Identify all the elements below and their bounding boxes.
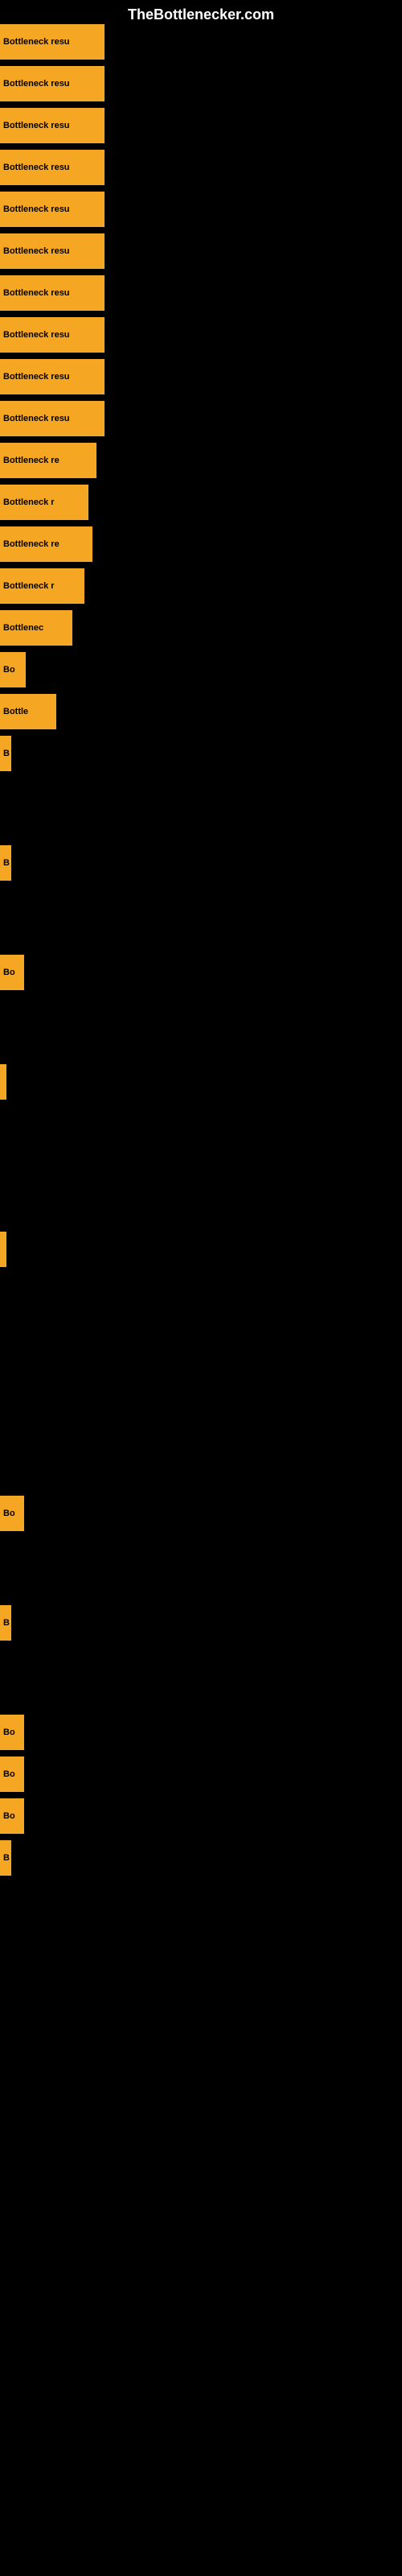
bottleneck-bar-label: Bottleneck resu <box>3 79 70 89</box>
bottleneck-bar: B <box>0 1605 11 1641</box>
bottleneck-bar-label: Bottleneck resu <box>3 204 70 214</box>
bottleneck-bar: Bottleneck resu <box>0 192 105 227</box>
bottleneck-bar: Bottleneck resu <box>0 359 105 394</box>
bottleneck-bar-label: Bottleneck r <box>3 497 55 507</box>
bottleneck-bar-label: Bottleneck resu <box>3 288 70 298</box>
bottleneck-bar-label: Bottleneck resu <box>3 163 70 172</box>
bottleneck-bar: Bo <box>0 1496 24 1531</box>
bottleneck-bar-label: Bo <box>3 968 15 977</box>
bottleneck-bar-label: Bottle <box>3 707 28 716</box>
bottleneck-bar-label: B <box>3 1618 10 1628</box>
bottleneck-bar-label: B <box>3 749 10 758</box>
bottleneck-bar <box>0 1064 6 1100</box>
bottleneck-bar: Bottleneck resu <box>0 401 105 436</box>
bottleneck-bar: Bottle <box>0 694 56 729</box>
bottleneck-bar: Bottleneck resu <box>0 150 105 185</box>
bottleneck-bar-label: Bottleneck re <box>3 456 59 465</box>
bottleneck-bar: Bottleneck r <box>0 485 88 520</box>
bottleneck-bar: Bo <box>0 652 26 687</box>
bottleneck-bar: B <box>0 845 11 881</box>
bottleneck-bar-label: Bo <box>3 665 15 675</box>
bottleneck-bar: B <box>0 1840 11 1876</box>
bottleneck-bar: Bottleneck resu <box>0 24 105 60</box>
bottleneck-bar: Bottleneck resu <box>0 108 105 143</box>
bottleneck-bar-label: Bottleneck resu <box>3 330 70 340</box>
bottleneck-bar: Bottlenec <box>0 610 72 646</box>
bottleneck-bar: Bo <box>0 955 24 990</box>
bottleneck-bar-label: Bottleneck resu <box>3 37 70 47</box>
bottleneck-bar: Bottleneck resu <box>0 233 105 269</box>
bottleneck-bar: Bo <box>0 1715 24 1750</box>
bottleneck-bar: Bottleneck re <box>0 526 92 562</box>
bottleneck-bar: Bo <box>0 1798 24 1834</box>
bottleneck-bar-label: Bo <box>3 1509 15 1518</box>
bottleneck-bar-label: Bo <box>3 1728 15 1737</box>
bottleneck-bar-label: Bottleneck resu <box>3 372 70 382</box>
bottleneck-bar <box>0 1232 6 1267</box>
bottleneck-bar-label: Bo <box>3 1769 15 1779</box>
bottleneck-bar: Bottleneck resu <box>0 317 105 353</box>
bottleneck-bar-label: Bottleneck resu <box>3 414 70 423</box>
bottleneck-bar-label: B <box>3 1853 10 1863</box>
bottleneck-bar-label: Bottlenec <box>3 623 43 633</box>
bottleneck-bar: Bottleneck r <box>0 568 84 604</box>
bottleneck-bar-label: Bo <box>3 1811 15 1821</box>
bottleneck-bar: Bottleneck resu <box>0 66 105 101</box>
bottleneck-bar-label: Bottleneck resu <box>3 246 70 256</box>
bottleneck-bar: Bottleneck resu <box>0 275 105 311</box>
bottleneck-bar-label: Bottleneck r <box>3 581 55 591</box>
bottleneck-bar-label: Bottleneck re <box>3 539 59 549</box>
bottleneck-bar: Bottleneck re <box>0 443 96 478</box>
bottleneck-bar: Bo <box>0 1757 24 1792</box>
bottleneck-bar-label: B <box>3 858 10 868</box>
bottleneck-bar: B <box>0 736 11 771</box>
bottleneck-bar-label: Bottleneck resu <box>3 121 70 130</box>
